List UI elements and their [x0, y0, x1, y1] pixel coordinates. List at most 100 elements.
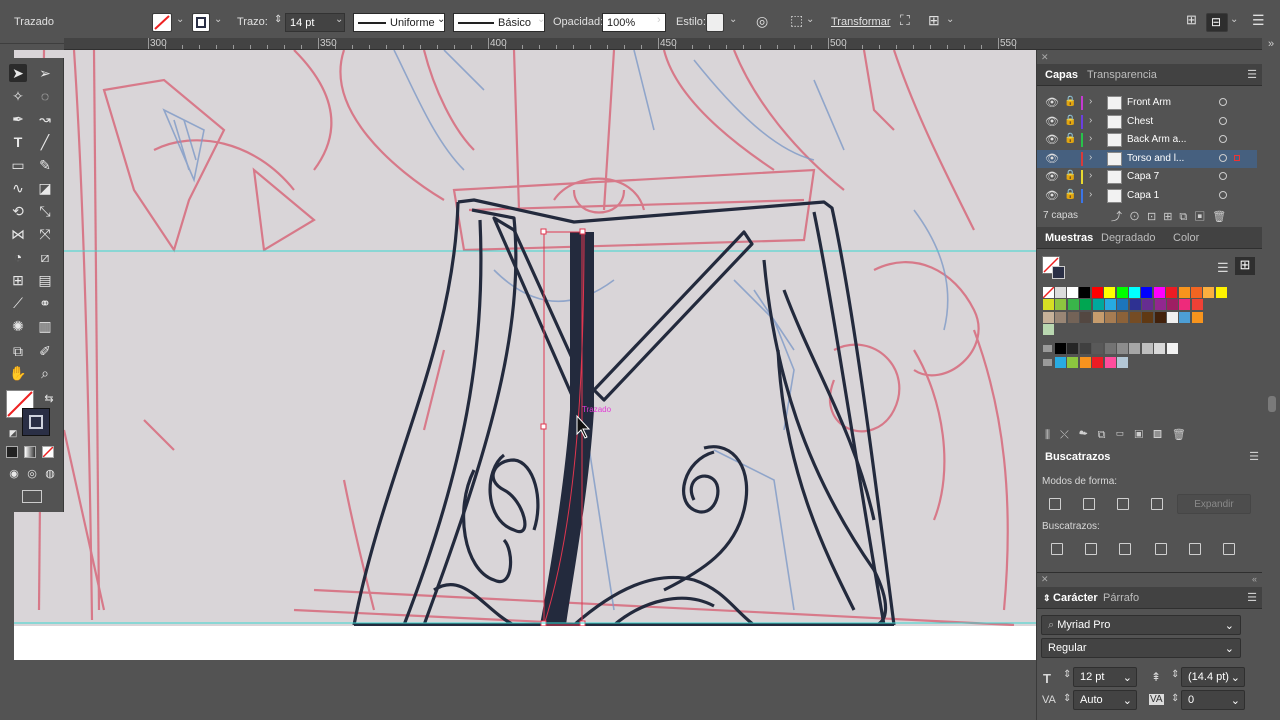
color-swatch[interactable]: [1104, 343, 1116, 354]
color-swatch[interactable]: [1105, 311, 1116, 323]
symbol-sprayer-tool-icon[interactable]: ✺: [9, 317, 27, 335]
color-swatch[interactable]: [1117, 343, 1128, 354]
stepper-icon[interactable]: ⇕: [1063, 669, 1071, 680]
default-colors-icon[interactable]: ◩: [4, 424, 22, 442]
color-swatch[interactable]: [1203, 287, 1215, 298]
scroll-thumb[interactable]: [1268, 396, 1276, 412]
workspace-switcher[interactable]: ⊟: [1206, 13, 1228, 32]
visibility-eye-icon[interactable]: 👁: [1045, 152, 1059, 165]
color-swatch[interactable]: [1055, 357, 1066, 368]
grid-view-icon[interactable]: ⊞: [1235, 257, 1255, 275]
color-swatch[interactable]: [1055, 311, 1067, 323]
color-swatch[interactable]: [1215, 287, 1227, 298]
color-swatch[interactable]: [1067, 299, 1079, 311]
zoom-tool-icon[interactable]: ⌕: [36, 364, 54, 382]
perspective-grid-tool-icon[interactable]: ⧄: [36, 248, 54, 266]
color-swatch[interactable]: [1080, 311, 1092, 323]
expand-arrow-icon[interactable]: ›: [1089, 170, 1092, 181]
color-swatch[interactable]: [1104, 357, 1116, 368]
kerning-select[interactable]: Auto ⌄: [1073, 690, 1137, 710]
color-swatch[interactable]: [1141, 343, 1153, 354]
color-swatch[interactable]: [1179, 311, 1191, 323]
visibility-eye-icon[interactable]: 👁: [1045, 189, 1059, 202]
color-swatch[interactable]: [1117, 357, 1128, 368]
mesh-tool-icon[interactable]: ⊞: [9, 271, 27, 289]
visibility-eye-icon[interactable]: 👁: [1045, 115, 1059, 128]
artboard-tool-icon[interactable]: ⧉: [9, 342, 27, 360]
vertical-scrollbar[interactable]: [1262, 50, 1280, 720]
color-swatch[interactable]: [1178, 287, 1190, 298]
tab-paragraph[interactable]: Párrafo: [1103, 592, 1139, 604]
color-mode-icon[interactable]: [6, 446, 18, 458]
color-swatch[interactable]: [1166, 343, 1178, 354]
layer-row[interactable]: 👁 🔒 › Capa 1: [1037, 187, 1257, 205]
tab-transparency[interactable]: Transparencia: [1087, 69, 1157, 81]
shape-builder-tool-icon[interactable]: ◔: [9, 248, 27, 266]
tracking-input[interactable]: 0 ⌄: [1181, 690, 1245, 710]
color-swatch[interactable]: [1141, 287, 1153, 298]
chevron-down-icon[interactable]: ⌄: [335, 14, 343, 25]
arrange-documents-icon[interactable]: ⊞: [1186, 12, 1197, 28]
font-size-input[interactable]: 12 pt ⌄: [1073, 667, 1137, 687]
draw-inside-icon[interactable]: ◍: [41, 465, 59, 483]
color-swatch[interactable]: [1091, 287, 1103, 298]
layers-footer-icons[interactable]: ⤴⊙⊡⊞⧉▣🗑: [1111, 208, 1261, 223]
layer-row[interactable]: 👁 🔒 › Back Arm a...: [1037, 131, 1257, 149]
target-circle-icon[interactable]: [1219, 172, 1227, 181]
color-swatch[interactable]: [1117, 311, 1129, 323]
fill-stroke-indicator[interactable]: [1042, 256, 1065, 279]
color-swatch[interactable]: [1142, 299, 1154, 311]
line-tool-icon[interactable]: ╱: [36, 133, 54, 151]
visibility-eye-icon[interactable]: 👁: [1045, 133, 1059, 146]
gradient-mode-icon[interactable]: [24, 446, 36, 458]
color-swatch[interactable]: [1104, 287, 1116, 298]
expand-button[interactable]: Expandir: [1177, 494, 1251, 514]
lock-icon[interactable]: 🔒: [1064, 96, 1076, 107]
selection-indicator[interactable]: [1234, 154, 1240, 161]
eraser-tool-icon[interactable]: ◪: [36, 179, 54, 197]
target-circle-icon[interactable]: [1219, 191, 1227, 199]
none-mode-icon[interactable]: [42, 446, 54, 458]
tab-character[interactable]: ⇕ Carácter: [1043, 592, 1098, 604]
swatch-grid[interactable]: [1041, 286, 1241, 368]
canvas-area[interactable]: Trazado: [0, 50, 1036, 720]
collapse-panel-icon[interactable]: «: [1252, 574, 1257, 584]
visibility-eye-icon[interactable]: 👁: [1045, 96, 1059, 109]
lock-icon[interactable]: 🔒: [1064, 189, 1076, 200]
leading-input[interactable]: (14.4 pt) ⌄: [1181, 667, 1245, 687]
stepper-icon[interactable]: ⇕: [1171, 669, 1179, 680]
color-swatch[interactable]: [1092, 299, 1104, 311]
eyedropper-tool-icon[interactable]: ⟋: [9, 294, 27, 312]
color-swatch[interactable]: [1167, 311, 1178, 323]
color-swatch[interactable]: [1153, 287, 1165, 298]
color-swatch[interactable]: [1191, 299, 1203, 311]
color-swatch[interactable]: [1129, 311, 1141, 323]
direct-selection-tool-icon[interactable]: ➢: [36, 64, 54, 82]
style-swatch[interactable]: [706, 13, 724, 32]
transform-link[interactable]: Transformar: [831, 16, 891, 28]
list-view-icon[interactable]: ☰: [1217, 260, 1229, 276]
layer-row[interactable]: 👁 🔒 › Capa 7: [1037, 168, 1257, 186]
chevron-down-icon[interactable]: ⌄: [946, 14, 954, 25]
tab-color[interactable]: Color: [1173, 232, 1199, 244]
none-swatch[interactable]: [1042, 286, 1055, 299]
color-swatch[interactable]: [1043, 299, 1054, 311]
target-circle-icon[interactable]: [1219, 135, 1227, 144]
slice-tool-icon[interactable]: ✐: [36, 342, 54, 360]
crop-icon[interactable]: [1155, 543, 1167, 555]
stepper-icon[interactable]: ⇕: [1171, 693, 1179, 704]
chevron-down-icon[interactable]: ⌄: [537, 14, 545, 25]
chevron-down-icon[interactable]: ⌄: [729, 14, 737, 25]
color-swatch[interactable]: [1055, 299, 1067, 311]
swatch-folder-icon[interactable]: [1043, 345, 1052, 352]
color-swatch[interactable]: [1191, 311, 1203, 323]
minus-back-icon[interactable]: [1223, 543, 1235, 555]
close-icon[interactable]: ✕: [1041, 52, 1049, 63]
tab-swatches[interactable]: Muestras: [1045, 232, 1093, 244]
pen-tool-icon[interactable]: ✒: [9, 110, 27, 128]
shaper-tool-icon[interactable]: ∿: [9, 179, 27, 197]
magic-wand-tool-icon[interactable]: ✧: [9, 87, 27, 105]
outline-icon[interactable]: [1189, 543, 1201, 555]
blend-tool-icon[interactable]: ⚭: [36, 294, 54, 312]
target-circle-icon[interactable]: [1219, 98, 1227, 106]
